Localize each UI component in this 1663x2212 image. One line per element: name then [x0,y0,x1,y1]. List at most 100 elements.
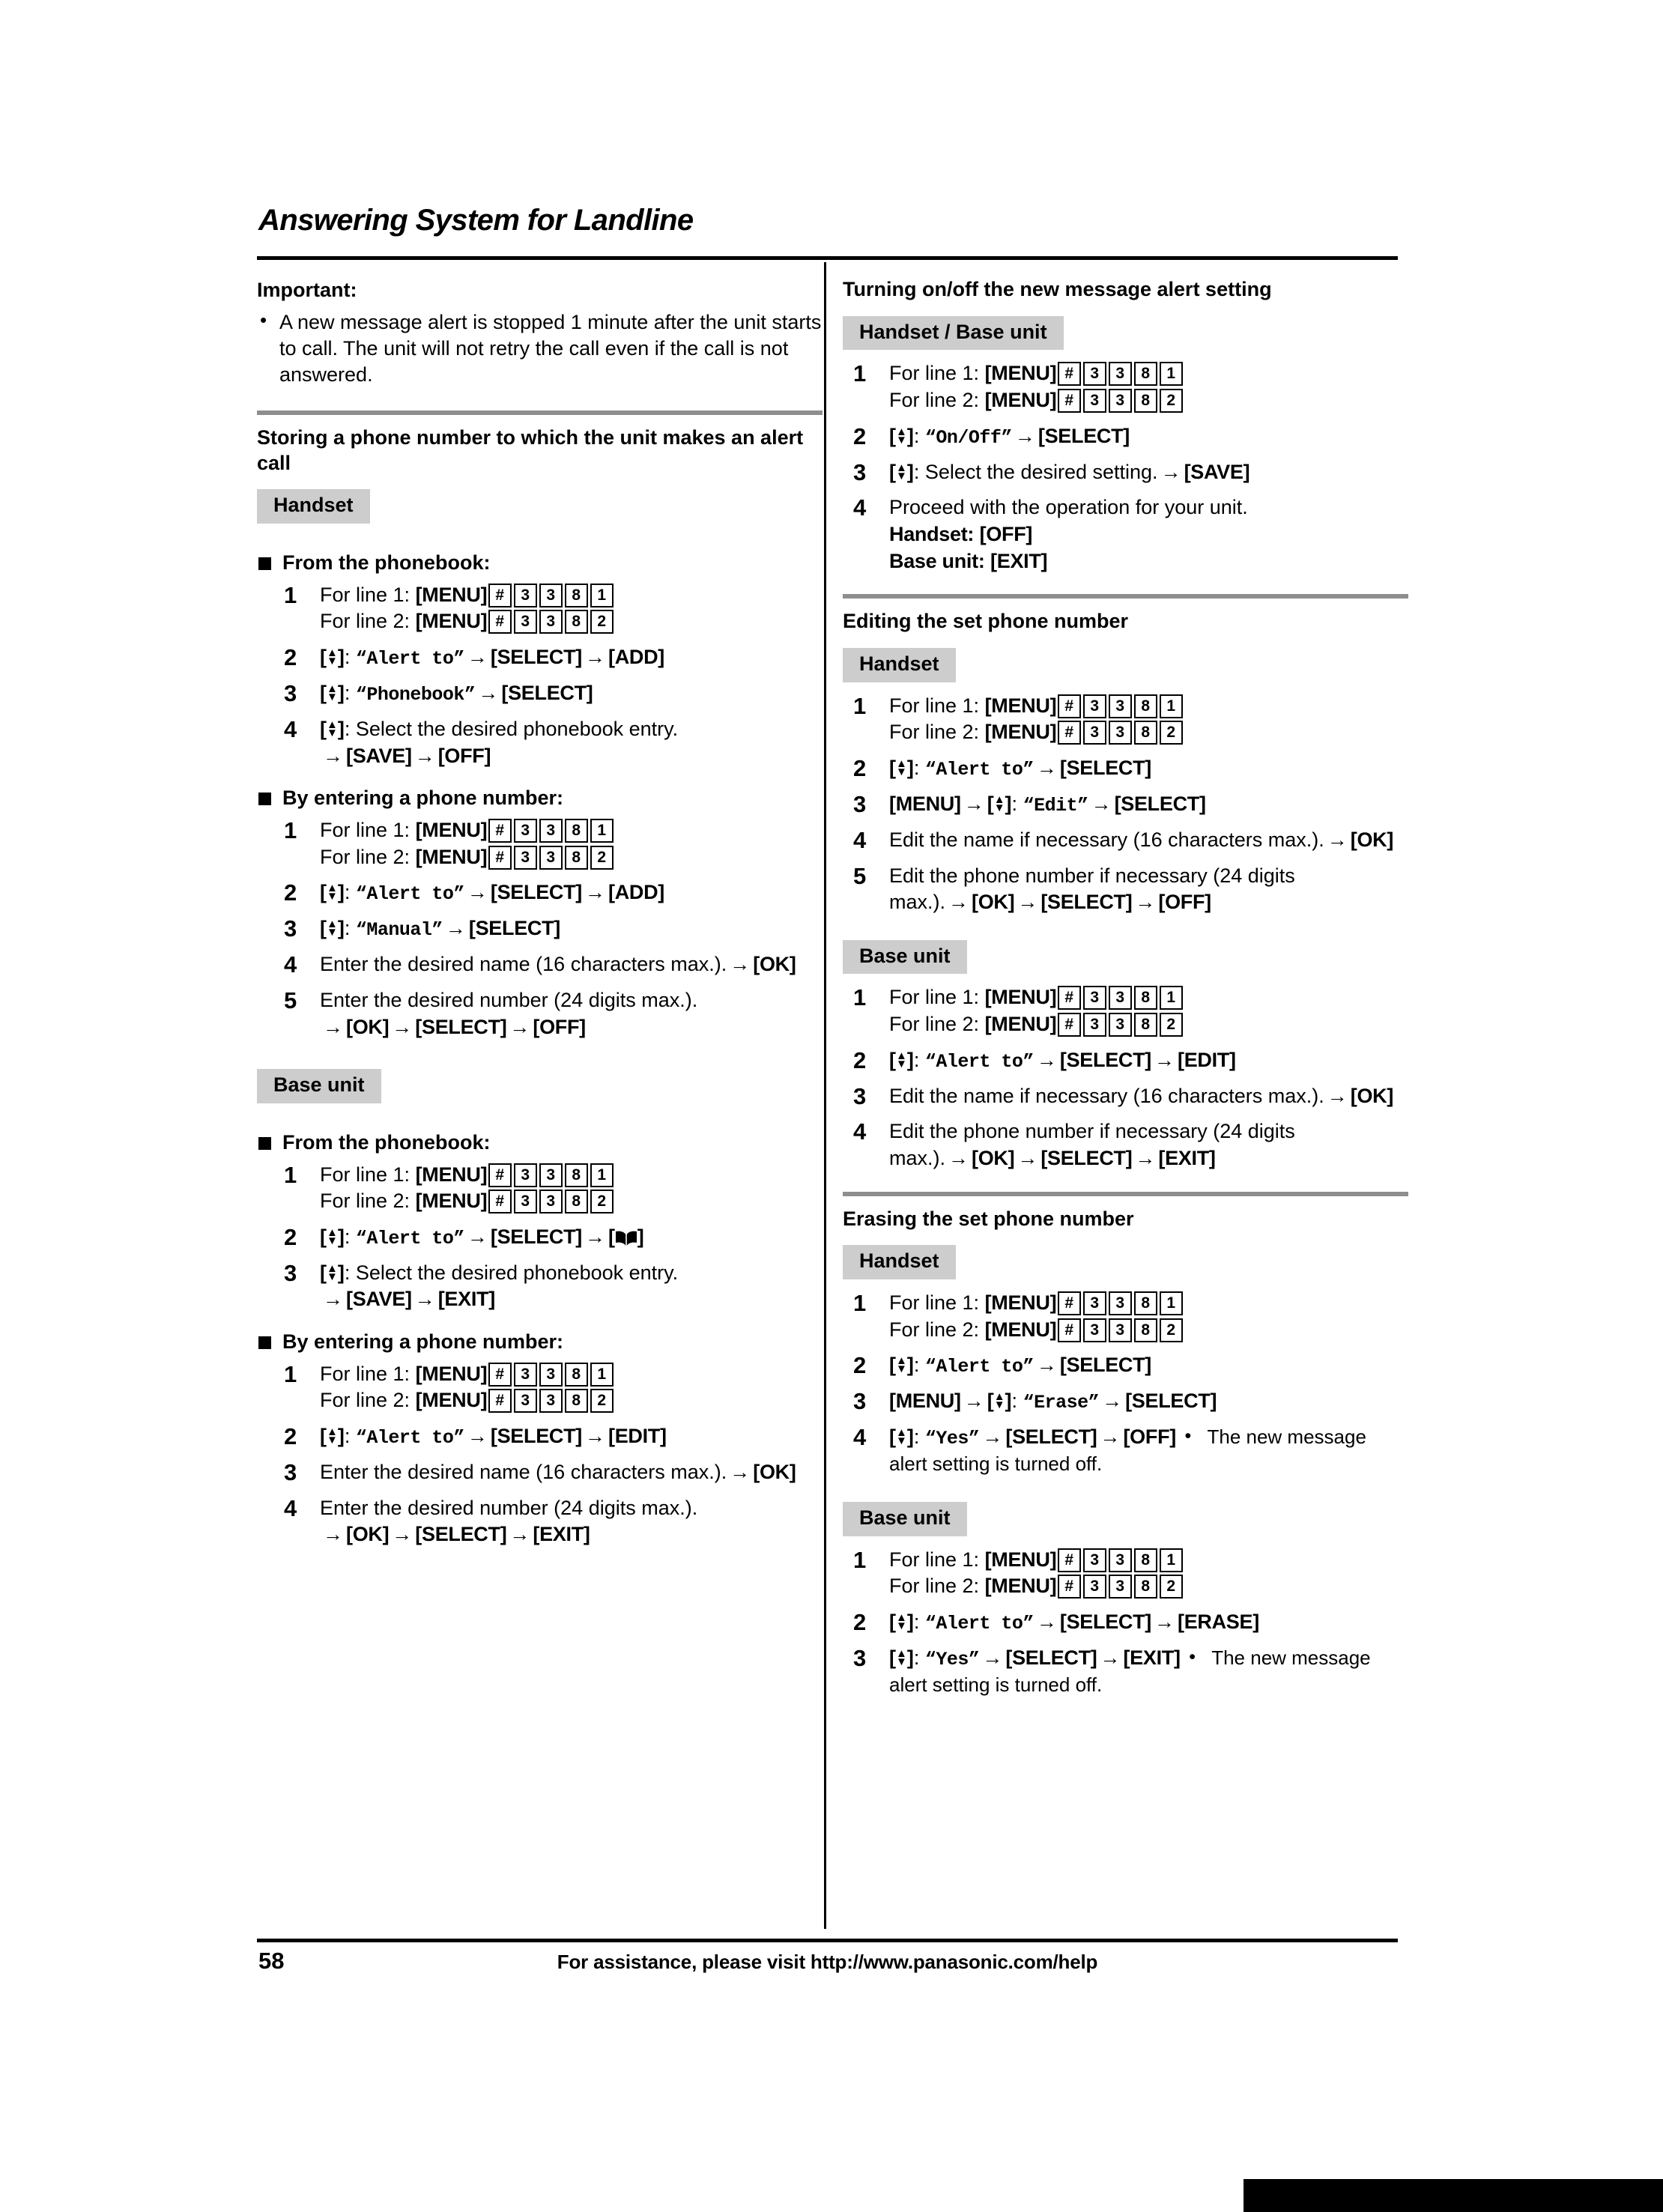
step-number: 3 [853,458,867,485]
quoted-menu-item: “Phonebook” [355,684,476,706]
step-item: 2 [▲ ▼]: “On/Off” → [SELECT] [843,423,1408,450]
digit-box: 8 [564,845,588,870]
step-text: Proceed with the operation for your unit… [889,496,1248,519]
digit-box: 3 [1082,694,1106,718]
digit-box: 8 [564,1190,588,1214]
step-text: Edit the name if necessary (16 character… [889,828,1324,851]
digit-box: 8 [1133,694,1157,718]
digit-box: 3 [513,1389,537,1413]
key-save: [SAVE] [346,744,412,767]
quoted-menu-item: “Alert to” [355,883,465,906]
key-add: [ADD] [608,646,664,669]
key-menu: [MENU] [984,389,1057,412]
key-menu: [MENU] [984,1548,1057,1571]
digit-box: # [1057,986,1081,1010]
digit-box: # [488,1163,512,1187]
nav-updown-icon: [▲ ▼] [320,682,345,705]
step-item: 3 [▲ ▼]: Select the desired phonebook ent… [273,1260,823,1313]
step-line: For line 1: [MENU] #3 3 8 1 [320,1361,823,1388]
digit-box: 3 [1108,362,1132,387]
arrow-icon: → [982,1646,1003,1669]
digit-box: 3 [513,583,537,607]
digit-box: 8 [1133,1575,1157,1599]
step-text: Enter the desired name (16 characters ma… [320,953,727,976]
quoted-menu-item: “Yes” [924,1428,980,1450]
digit-box: # [1057,362,1081,387]
line-label: For line 1: [320,583,411,606]
colon: : [344,881,356,904]
title-divider [257,256,1398,260]
column-divider [824,262,826,1929]
digit-box: 2 [1159,1318,1183,1342]
key-save: [SAVE] [346,1288,412,1311]
digit-box: 3 [539,610,563,634]
digit-box: 1 [1159,1548,1183,1572]
step-item: 2 [▲ ▼]: “Alert to” → [SELECT] →[] [273,1224,823,1251]
key-menu: [MENU] [984,986,1057,1009]
nav-updown-icon: [▲ ▼] [320,646,345,669]
line-label: For line 1: [320,1362,411,1385]
arrow-icon: → [1102,1390,1123,1413]
digit-box: 3 [513,819,537,843]
step-item: 3 [▲ ▼]: “Phonebook” → [SELECT] [273,680,823,707]
step-line: For line 1: [MENU] #3 3 8 1 [320,1162,823,1189]
nav-updown-icon: [▲ ▼] [320,1261,345,1284]
subhead-by-entering: By entering a phone number: [257,1330,823,1355]
key-ok: [OK] [346,1015,390,1038]
step-line: Handset: [OFF] [889,521,1408,548]
step-item: 4 Edit the phone number if necessary (24… [843,1118,1408,1172]
digit-box: 3 [1108,1575,1132,1599]
step-item: 1 For line 1: [MENU] #3 3 8 1 For line 2: [M… [273,582,823,635]
colon: : [344,718,356,741]
digit-box: 8 [564,819,588,843]
quoted-menu-item: “Alert to” [355,1227,465,1249]
digit-box: 3 [1082,721,1106,745]
step-line: Base unit: [EXIT] [889,548,1408,575]
line-label: For line 2: [889,389,980,412]
digit-box: 1 [1159,986,1183,1010]
key-ok: [OK] [1350,828,1394,851]
colon: : [344,1425,356,1448]
step-item: 2 [▲ ▼]: “Alert to” → [SELECT] → [EDIT] [843,1047,1408,1074]
step-number: 3 [284,1459,297,1486]
step-number: 4 [853,1118,867,1145]
arrow-icon: → [1135,891,1156,914]
arrow-icon: → [1014,424,1035,447]
manual-page: Answering System for Landline Important:… [0,0,1663,2212]
quoted-menu-item: “Alert to” [924,1356,1035,1378]
arrow-icon: → [509,1015,530,1038]
colon: : [913,1354,925,1377]
colon: : [344,682,356,705]
turning-onoff-heading: Turning on/off the new message alert set… [843,278,1272,300]
digit-box: 8 [1133,1318,1157,1342]
page-title: Answering System for Landline [258,204,694,237]
nav-updown-icon: [▲ ▼] [320,917,345,940]
step-line: For line 2: [MENU] #3 3 8 2 [889,387,1408,414]
nav-updown-icon: [▲ ▼] [889,1425,914,1449]
digit-box: # [488,583,512,607]
key-menu: [MENU] [415,819,488,842]
step-number: 3 [853,1082,867,1109]
arrow-icon: → [445,917,466,940]
digit-box: 2 [590,1190,614,1214]
digit-box: 8 [1133,986,1157,1010]
digit-box: # [1057,1575,1081,1599]
digit-box: 1 [1159,694,1183,718]
step-number: 3 [853,790,867,817]
label-base-unit: Base unit: [889,549,985,572]
arrow-icon: → [1036,1048,1057,1071]
nav-updown-icon: [▲ ▼] [987,792,1012,815]
nav-updown-icon: [▲ ▼] [320,1225,345,1248]
line-label: For line 2: [320,845,411,868]
important-heading: Important: [257,279,357,301]
steps-handset-by-entering: 1 For line 1: [MENU] #3 3 8 1 For line 2: [M… [273,817,823,1040]
arrow-icon: → [467,646,488,669]
step-number: 4 [284,1494,297,1521]
colon: : [344,1261,356,1284]
step-line: For line 2: [MENU] #3 3 8 2 [320,844,823,871]
key-off: [OFF] [437,744,491,767]
colon: : [913,460,925,483]
digit-box: 2 [1159,1013,1183,1037]
step-number: 4 [284,951,297,978]
nav-updown-icon: [▲ ▼] [889,1048,914,1071]
